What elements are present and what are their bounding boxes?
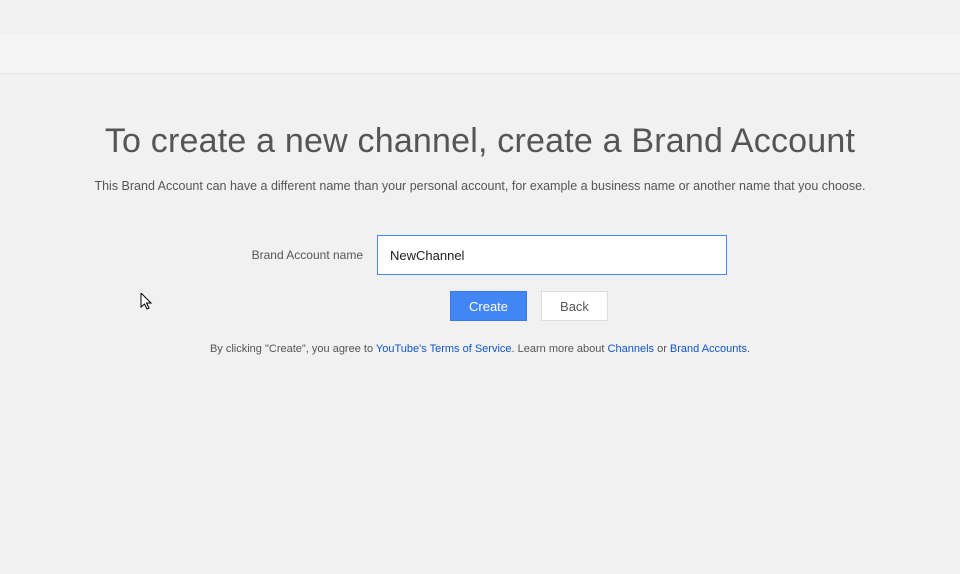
legal-suffix: . (747, 343, 750, 355)
brand-accounts-link[interactable]: Brand Accounts (670, 343, 747, 355)
page-title: To create a new channel, create a Brand … (0, 122, 960, 161)
back-button[interactable]: Back (541, 291, 608, 321)
brand-account-name-input[interactable] (377, 235, 727, 275)
header-band (0, 34, 960, 74)
legal-mid: . Learn more about (512, 343, 608, 355)
button-row: Create Back (450, 291, 960, 321)
legal-prefix: By clicking "Create", you agree to (210, 343, 376, 355)
main-content: To create a new channel, create a Brand … (0, 74, 960, 355)
legal-text: By clicking "Create", you agree to YouTu… (0, 343, 960, 355)
terms-of-service-link[interactable]: YouTube's Terms of Service (376, 343, 512, 355)
page-subtitle: This Brand Account can have a different … (0, 179, 960, 193)
legal-or: or (654, 343, 670, 355)
create-button[interactable]: Create (450, 291, 527, 321)
form-row: Brand Account name (0, 235, 960, 275)
channels-link[interactable]: Channels (608, 343, 654, 355)
brand-account-name-label: Brand Account name (233, 248, 363, 262)
